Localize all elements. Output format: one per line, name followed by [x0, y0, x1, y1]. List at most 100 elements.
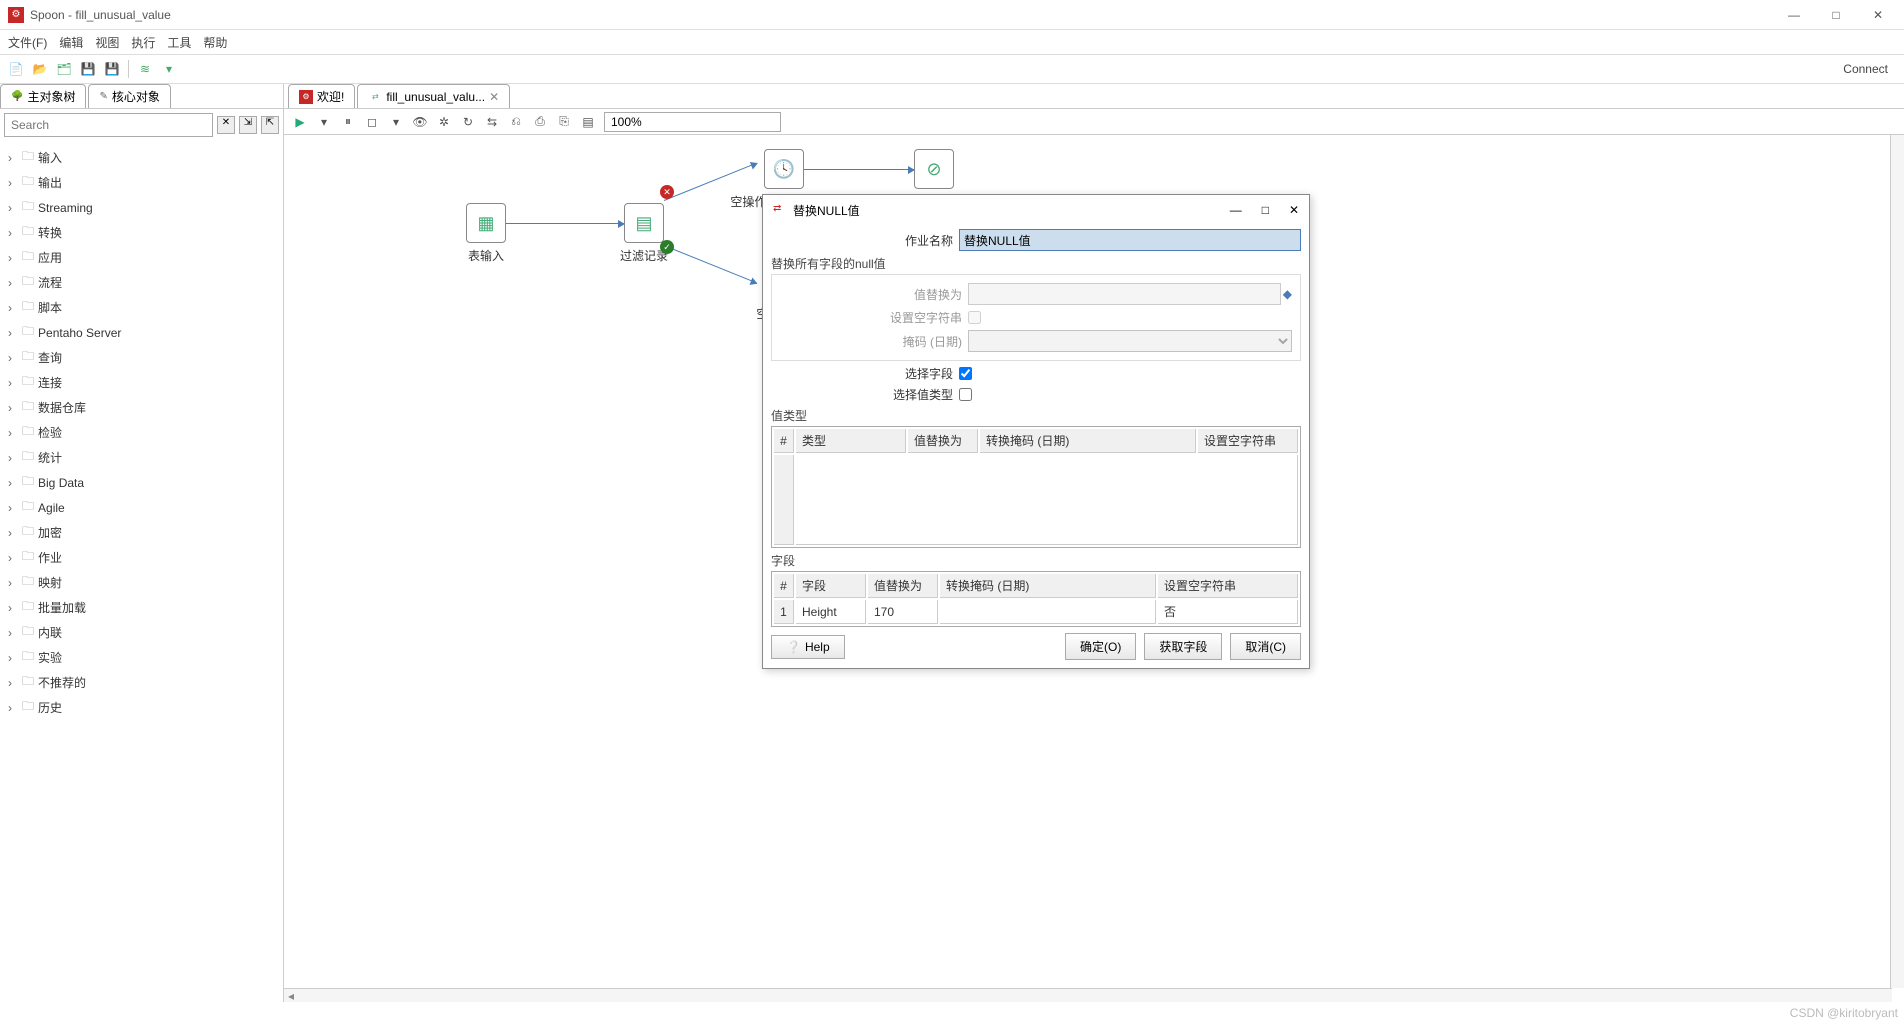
tree-item[interactable]: ›🗀Streaming [8, 195, 275, 220]
vertical-scrollbar[interactable] [1890, 135, 1904, 988]
tree-item[interactable]: ›🗀查询 [8, 345, 275, 370]
tree-item-label: Pentaho Server [38, 326, 121, 340]
tree-item[interactable]: ›🗀实验 [8, 645, 275, 670]
field-header-mask[interactable]: 转换掩码 (日期) [940, 574, 1156, 598]
tree-item[interactable]: ›🗀流程 [8, 270, 275, 295]
dropdown-icon[interactable]: ▾ [161, 61, 177, 77]
menu-file[interactable]: 文件(F) [8, 34, 47, 51]
close-tab-icon[interactable]: ✕ [489, 90, 499, 104]
horizontal-scrollbar[interactable]: ◂ [284, 988, 1892, 1002]
diamond-icon[interactable]: ◆ [1283, 287, 1292, 301]
stop-dropdown-icon[interactable]: ▾ [388, 114, 404, 130]
menu-help[interactable]: 帮助 [203, 34, 227, 51]
tree-item[interactable]: ›🗀作业 [8, 545, 275, 570]
open-icon[interactable]: 📂 [32, 61, 48, 77]
clear-search-button[interactable]: ✕ [217, 116, 235, 134]
tree-item[interactable]: ›🗀Agile [8, 495, 275, 520]
pause-icon[interactable]: ⏸ [340, 114, 356, 130]
dialog-close-button[interactable]: ✕ [1289, 203, 1299, 217]
tree-item[interactable]: ›🗀Pentaho Server [8, 320, 275, 345]
tree-item[interactable]: ›🗀历史 [8, 695, 275, 720]
connect-button[interactable]: Connect [1843, 62, 1896, 76]
type-header-type[interactable]: 类型 [796, 429, 906, 453]
field-table[interactable]: # 字段 值替换为 转换掩码 (日期) 设置空字符串 1 Height 170 … [771, 571, 1301, 627]
tree-item[interactable]: ›🗀脚本 [8, 295, 275, 320]
menu-edit[interactable]: 编辑 [59, 34, 83, 51]
node-table-input[interactable]: ▦ 表输入 [426, 203, 546, 264]
run-dropdown-icon[interactable]: ▾ [316, 114, 332, 130]
dialog-body: 作业名称 替换所有字段的null值 值替换为 ◆ 设置空字符串 掩码 (日期) … [763, 225, 1309, 668]
zoom-input[interactable] [604, 112, 781, 132]
saveas-icon[interactable]: 💾 [104, 61, 120, 77]
menu-run[interactable]: 执行 [131, 34, 155, 51]
tree-item[interactable]: ›🗀统计 [8, 445, 275, 470]
tree-item[interactable]: ›🗀不推荐的 [8, 670, 275, 695]
type-header-mask[interactable]: 转换掩码 (日期) [980, 429, 1196, 453]
type-table[interactable]: # 类型 值替换为 转换掩码 (日期) 设置空字符串 [771, 426, 1301, 548]
tab-document[interactable]: ⇄fill_unusual_valu... ✕ [357, 84, 510, 108]
verify-icon[interactable]: ⇆ [484, 114, 500, 130]
tree-item[interactable]: ›🗀映射 [8, 570, 275, 595]
tab-main-objects[interactable]: 🌳主对象树 [0, 84, 86, 108]
stop-icon[interactable]: ◻ [364, 114, 380, 130]
field-header-empty[interactable]: 设置空字符串 [1158, 574, 1298, 598]
tree-item[interactable]: ›🗀加密 [8, 520, 275, 545]
preview-icon[interactable]: 👁 [412, 114, 428, 130]
explore-db-icon[interactable]: ⎘ [556, 114, 572, 130]
close-button[interactable]: ✕ [1868, 8, 1888, 22]
job-name-input[interactable] [959, 229, 1301, 251]
dialog-titlebar[interactable]: ⇄ 替换NULL值 — □ ✕ [763, 195, 1309, 225]
tree-item[interactable]: ›🗀应用 [8, 245, 275, 270]
tree-item[interactable]: ›🗀连接 [8, 370, 275, 395]
hop-4[interactable] [804, 169, 914, 170]
select-fields-checkbox[interactable] [959, 367, 972, 380]
search-input[interactable] [4, 113, 213, 137]
tree-item[interactable]: ›🗀转换 [8, 220, 275, 245]
folder-icon: 🗀 [22, 272, 34, 293]
replay-icon[interactable]: ↻ [460, 114, 476, 130]
tree-item[interactable]: ›🗀批量加载 [8, 595, 275, 620]
field-row-1[interactable]: 1 Height 170 否 [774, 600, 1298, 624]
expand-button[interactable]: ⇲ [239, 116, 257, 134]
type-header-empty[interactable]: 设置空字符串 [1198, 429, 1298, 453]
cancel-button[interactable]: 取消(C) [1230, 633, 1301, 660]
tree-item[interactable]: ›🗀输出 [8, 170, 275, 195]
debug-icon[interactable]: ✲ [436, 114, 452, 130]
minimize-button[interactable]: — [1784, 8, 1804, 22]
select-type-checkbox[interactable] [959, 388, 972, 401]
dialog-maximize-button[interactable]: □ [1262, 203, 1269, 217]
type-header-value[interactable]: 值替换为 [908, 429, 978, 453]
menu-tools[interactable]: 工具 [167, 34, 191, 51]
maximize-button[interactable]: □ [1826, 8, 1846, 22]
ok-button[interactable]: 确定(O) [1065, 633, 1136, 660]
object-tree[interactable]: ›🗀输入›🗀输出›🗀Streaming›🗀转换›🗀应用›🗀流程›🗀脚本 › 🗀 Pen… [0, 141, 283, 724]
tree-item[interactable]: ›🗀数据仓库 [8, 395, 275, 420]
field-header-num: # [774, 574, 794, 598]
tab-welcome[interactable]: ⚙欢迎! [288, 84, 355, 108]
tree-item[interactable]: ›🗀Big Data [8, 470, 275, 495]
folder-icon: 🗀 [22, 322, 34, 343]
scroll-left-icon[interactable]: ◂ [284, 989, 298, 1003]
field-header-field[interactable]: 字段 [796, 574, 866, 598]
help-button[interactable]: ❔Help [771, 635, 845, 659]
field-header-value[interactable]: 值替换为 [868, 574, 938, 598]
tab-core-objects[interactable]: ✎核心对象 [88, 84, 170, 108]
explore-icon[interactable]: 🗂 [56, 61, 72, 77]
get-fields-button[interactable]: 获取字段 [1144, 633, 1222, 660]
database-icon[interactable]: ≋ [137, 61, 153, 77]
collapse-button[interactable]: ⇱ [261, 116, 279, 134]
folder-icon: 🗀 [22, 297, 34, 318]
menu-view[interactable]: 视图 [95, 34, 119, 51]
chevron-right-icon: › [8, 601, 18, 615]
tree-item[interactable]: ›🗀检验 [8, 420, 275, 445]
dialog-minimize-button[interactable]: — [1230, 203, 1242, 217]
sql-icon[interactable]: ⎙ [532, 114, 548, 130]
impact-icon[interactable]: ⎌ [508, 114, 524, 130]
run-icon[interactable]: ▶ [292, 114, 308, 130]
hop-1[interactable] [506, 223, 624, 224]
tree-item[interactable]: ›🗀输入 [8, 145, 275, 170]
save-icon[interactable]: 💾 [80, 61, 96, 77]
tree-item[interactable]: ›🗀内联 [8, 620, 275, 645]
new-icon[interactable]: 📄 [8, 61, 24, 77]
show-results-icon[interactable]: ▤ [580, 114, 596, 130]
